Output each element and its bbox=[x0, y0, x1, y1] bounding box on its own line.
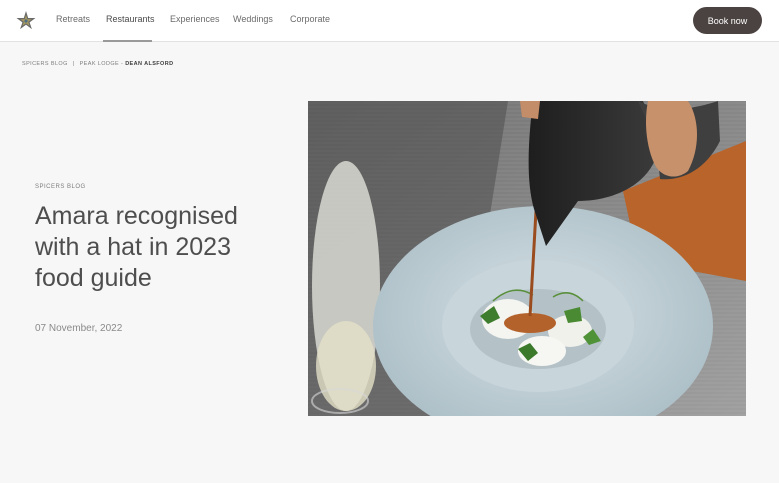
logo-star-icon[interactable] bbox=[15, 10, 37, 32]
breadcrumb: SPICERS BLOG | PEAK LODGE - DEAN ALSFORD bbox=[22, 61, 173, 67]
breadcrumb-peak-lodge[interactable]: PEAK LODGE bbox=[80, 61, 119, 67]
nav-item-weddings[interactable]: Weddings bbox=[233, 14, 273, 24]
nav-item-corporate[interactable]: Corporate bbox=[290, 14, 330, 24]
active-nav-indicator bbox=[103, 40, 152, 42]
nav-item-experiences[interactable]: Experiences bbox=[170, 14, 220, 24]
nav-item-retreats[interactable]: Retreats bbox=[56, 14, 90, 24]
top-navigation: Retreats Restaurants Experiences Wedding… bbox=[0, 0, 779, 42]
nav-item-restaurants[interactable]: Restaurants bbox=[106, 14, 155, 24]
title-line: with a hat in 2023 bbox=[35, 233, 231, 261]
book-now-button[interactable]: Book now bbox=[693, 7, 762, 34]
hero-image bbox=[308, 101, 746, 416]
title-line: Amara recognised bbox=[35, 202, 238, 230]
breadcrumb-separator: | bbox=[72, 61, 75, 67]
article-date: 07 November, 2022 bbox=[35, 323, 123, 334]
breadcrumb-separator: - bbox=[121, 61, 124, 67]
title-line: food guide bbox=[35, 264, 152, 292]
article-title: Amara recognised with a hat in 2023 food… bbox=[35, 201, 275, 294]
article-category: SPICERS BLOG bbox=[35, 184, 86, 190]
breadcrumb-spicers-blog[interactable]: SPICERS BLOG bbox=[22, 61, 68, 67]
breadcrumb-current: DEAN ALSFORD bbox=[125, 61, 174, 67]
plated-dish-illustration bbox=[308, 101, 746, 416]
